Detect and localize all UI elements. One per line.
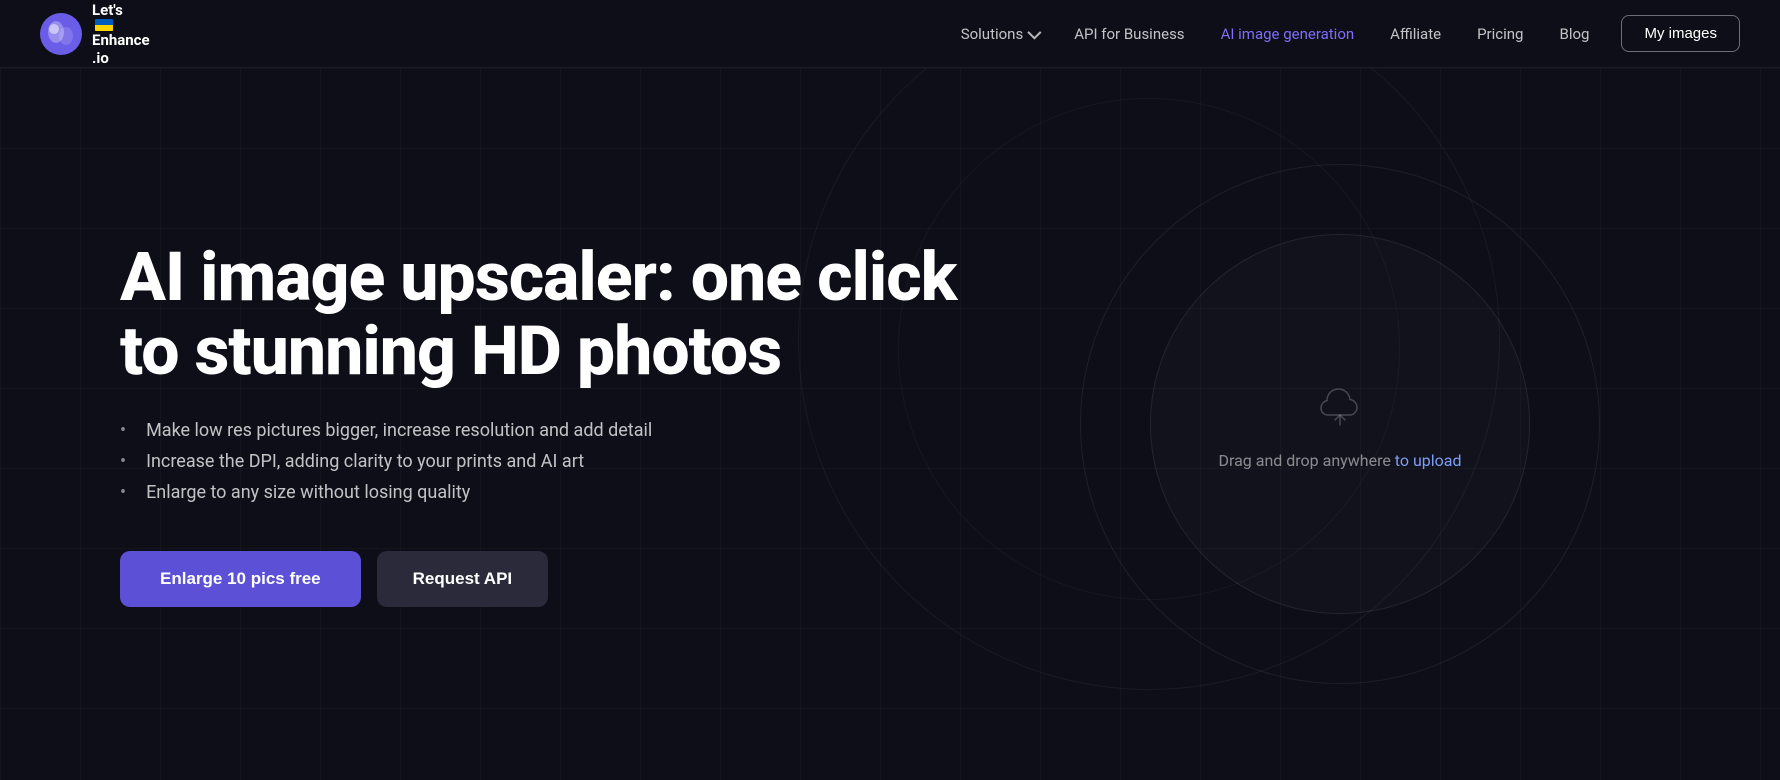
nav-pricing[interactable]: Pricing bbox=[1477, 25, 1523, 43]
logo-icon bbox=[40, 13, 82, 55]
bullet-2: Increase the DPI, adding clarity to your… bbox=[120, 451, 980, 472]
enlarge-free-button[interactable]: Enlarge 10 pics free bbox=[120, 551, 361, 607]
bullet-3: Enlarge to any size without losing quali… bbox=[120, 482, 980, 503]
request-api-button[interactable]: Request API bbox=[377, 551, 549, 607]
nav-links: Solutions API for Business AI image gene… bbox=[961, 25, 1590, 43]
chevron-down-icon bbox=[1028, 25, 1042, 39]
my-images-button[interactable]: My images bbox=[1621, 15, 1740, 52]
hero-right: Drag and drop anywhere to upload bbox=[980, 164, 1700, 684]
hero-left: AI image upscaler: one click to stunning… bbox=[120, 241, 980, 607]
nav-solutions[interactable]: Solutions bbox=[961, 25, 1039, 43]
upload-outer-circle: Drag and drop anywhere to upload bbox=[1080, 164, 1600, 684]
logo-link[interactable]: Let's Enhance .io bbox=[40, 1, 150, 67]
hero-section: AI image upscaler: one click to stunning… bbox=[0, 68, 1780, 780]
upload-text: Drag and drop anywhere to upload bbox=[1218, 451, 1461, 470]
hero-title: AI image upscaler: one click to stunning… bbox=[120, 241, 980, 388]
navigation: Let's Enhance .io Solutions API for Busi… bbox=[0, 0, 1780, 68]
upload-dropzone[interactable]: Drag and drop anywhere to upload bbox=[1150, 234, 1530, 614]
bullet-1: Make low res pictures bigger, increase r… bbox=[120, 420, 980, 441]
logo-text: Let's Enhance .io bbox=[92, 1, 150, 67]
ukraine-flag bbox=[95, 19, 113, 31]
nav-ai-generation[interactable]: AI image generation bbox=[1221, 25, 1355, 43]
hero-bullets: Make low res pictures bigger, increase r… bbox=[120, 420, 980, 503]
hero-ctas: Enlarge 10 pics free Request API bbox=[120, 551, 980, 607]
solutions-label: Solutions bbox=[961, 25, 1024, 43]
nav-blog[interactable]: Blog bbox=[1559, 25, 1589, 43]
upload-link[interactable]: to upload bbox=[1395, 451, 1462, 470]
nav-api[interactable]: API for Business bbox=[1074, 25, 1184, 43]
nav-affiliate[interactable]: Affiliate bbox=[1390, 25, 1441, 43]
upload-cloud-icon bbox=[1312, 379, 1368, 435]
